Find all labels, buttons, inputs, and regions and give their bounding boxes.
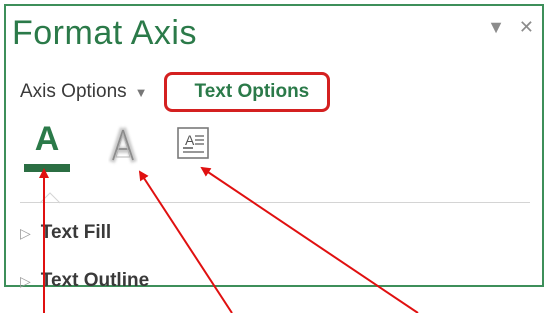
text-effects-icon (109, 127, 137, 163)
tab-axis-options-label: Axis Options (20, 81, 127, 102)
expand-triangle-icon[interactable]: ▷ (20, 273, 31, 290)
section-text-fill-label: Text Fill (40, 222, 112, 243)
close-icon[interactable]: ✕ (519, 18, 534, 36)
tab-axis-options[interactable]: Axis Options ▼ (20, 81, 148, 103)
text-options-icon-row: A A (24, 120, 264, 184)
text-box-letter: A (185, 132, 195, 148)
section-text-fill[interactable]: ▷ Text Fill (20, 222, 111, 244)
text-box-icon: A (177, 127, 209, 159)
chevron-down-icon[interactable]: ▼ (135, 85, 148, 100)
section-divider (20, 202, 530, 203)
text-box-button[interactable]: A (176, 126, 210, 167)
pane-title: Format Axis (12, 14, 197, 52)
section-text-outline-label: Text Outline (40, 270, 150, 291)
text-fill-color-bar (24, 164, 70, 172)
pane-header-controls: ▼ ✕ (487, 18, 534, 36)
tab-text-options[interactable]: Text Options (163, 72, 331, 112)
options-tabs: Axis Options ▼ Text Options (20, 72, 331, 112)
text-effects-button[interactable] (108, 124, 138, 175)
chevron-down-icon[interactable]: ▼ (487, 18, 505, 36)
section-text-outline[interactable]: ▷ Text Outline (20, 270, 149, 292)
text-fill-outline-button[interactable]: A (24, 120, 70, 176)
expand-triangle-icon[interactable]: ▷ (20, 225, 31, 242)
text-fill-icon: A (34, 120, 60, 158)
format-axis-pane: Format Axis ▼ ✕ Axis Options ▼ Text Opti… (4, 4, 544, 291)
